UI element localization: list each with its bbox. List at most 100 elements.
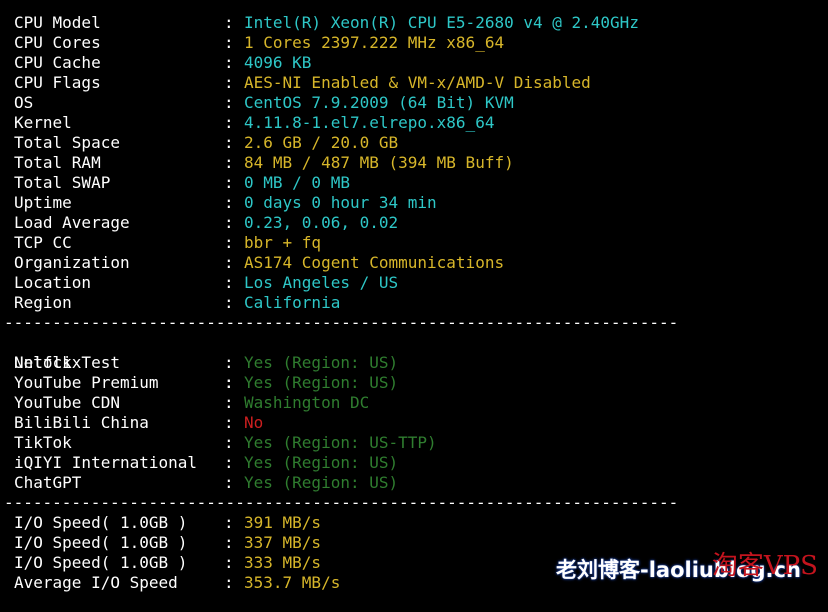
unlock-test-row-value: Yes (Region: US): [244, 473, 399, 492]
io-speed-row-value: 353.7 MB/s: [244, 573, 341, 592]
unlock-test-row: iQIYI International: Yes (Region: US): [0, 453, 828, 473]
system-info-row-value: AS174 Cogent Communications: [244, 253, 505, 272]
system-info-row-colon: :: [224, 273, 234, 292]
unlock-test-row: ChatGPT: Yes (Region: US): [0, 473, 828, 493]
system-info-row-value: 84 MB / 487 MB (394 MB Buff): [244, 153, 514, 172]
system-info-row: OS: CentOS 7.9.2009 (64 Bit) KVM: [0, 93, 828, 113]
separator-text: ----------------------------------------…: [4, 313, 679, 332]
io-speed-row-colon: :: [224, 533, 234, 552]
unlock-test-header: Unlock Test :: [0, 333, 828, 392]
system-info-row-label: Organization: [14, 253, 130, 272]
unlock-test-row-colon: :: [224, 373, 234, 392]
system-info-row-colon: :: [224, 293, 234, 312]
system-info-row: Organization: AS174 Cogent Communications: [0, 253, 828, 273]
terminal-output: CPU Model: Intel(R) Xeon(R) CPU E5-2680 v…: [0, 13, 828, 593]
unlock-test-row-value: Yes (Region: US): [244, 373, 399, 392]
system-info-row-label: CPU Cache: [14, 53, 101, 72]
system-info-row: CPU Flags: AES-NI Enabled & VM-x/AMD-V Di…: [0, 73, 828, 93]
unlock-test-row: Netflix: Yes (Region: US): [0, 353, 828, 373]
io-speed-row-label: I/O Speed( 1.0GB ): [14, 553, 188, 572]
system-info-row-colon: :: [224, 133, 234, 152]
system-info-row-label: Location: [14, 273, 92, 292]
system-info-row: Total RAM:84 MB / 487 MB (394 MB Buff): [0, 153, 828, 173]
unlock-test-block: Netflix: Yes (Region: US) YouTube Premium:…: [0, 353, 828, 493]
io-speed-row-label: I/O Speed( 1.0GB ): [14, 513, 188, 532]
io-speed-row-colon: :: [224, 513, 234, 532]
system-info-row: TCP CC: bbr + fq: [0, 233, 828, 253]
system-info-row-value: CentOS 7.9.2009 (64 Bit) KVM: [244, 93, 514, 112]
system-info-row-colon: :: [224, 13, 234, 32]
separator-text: ----------------------------------------…: [4, 493, 679, 512]
io-speed-row-value: 391 MB/s: [244, 513, 322, 532]
system-info-row-value: bbr + fq: [244, 233, 322, 252]
system-info-row: Uptime:0 days 0 hour 34 min: [0, 193, 828, 213]
system-info-row-label: CPU Cores: [14, 33, 101, 52]
unlock-test-row-value: No: [244, 413, 264, 432]
io-speed-row-label: I/O Speed( 1.0GB ): [14, 533, 188, 552]
unlock-test-row: YouTube CDN: Washington DC: [0, 393, 828, 413]
system-info-row-colon: :: [224, 73, 234, 92]
unlock-test-row-label: YouTube Premium: [14, 373, 159, 392]
unlock-test-row-label: ChatGPT: [14, 473, 82, 492]
system-info-row-value: Intel(R) Xeon(R) CPU E5-2680 v4 @ 2.40GH…: [244, 13, 639, 32]
unlock-test-row-colon: :: [224, 393, 234, 412]
system-info-row-value: 0 days 0 hour 34 min: [244, 193, 437, 212]
unlock-test-row-label: Netflix: [14, 353, 82, 372]
system-info-row-label: Kernel: [14, 113, 72, 132]
unlock-test-row-label: iQIYI International: [14, 453, 198, 472]
system-info-row: Total SWAP:0 MB / 0 MB: [0, 173, 828, 193]
system-info-row-value: 4.11.8-1.el7.elrepo.x86_64: [244, 113, 495, 132]
system-info-row-value: 4096 KB: [244, 53, 312, 72]
system-info-row-label: Region: [14, 293, 72, 312]
system-info-row-value: 0 MB / 0 MB: [244, 173, 350, 192]
unlock-test-row-colon: :: [224, 473, 234, 492]
unlock-test-row-value: Yes (Region: US): [244, 353, 399, 372]
system-info-row-label: TCP CC: [14, 233, 72, 252]
unlock-test-row-colon: :: [224, 433, 234, 452]
system-info-row: Load Average:0.23, 0.06, 0.02: [0, 213, 828, 233]
unlock-test-row-label: YouTube CDN: [14, 393, 120, 412]
separator-line: ----------------------------------------…: [0, 313, 828, 333]
io-speed-row-colon: :: [224, 553, 234, 572]
unlock-test-row-label: TikTok: [14, 433, 72, 452]
system-info-row-label: CPU Model: [14, 13, 101, 32]
system-info-row-colon: :: [224, 53, 234, 72]
system-info-row: Region: California: [0, 293, 828, 313]
io-speed-row-label: Average I/O Speed: [14, 573, 178, 592]
unlock-test-row: TikTok: Yes (Region: US-TTP): [0, 433, 828, 453]
watermark-brand: 淘客VPS: [711, 551, 818, 581]
system-info-row-value: California: [244, 293, 341, 312]
system-info-row-colon: :: [224, 153, 234, 172]
unlock-test-row-value: Yes (Region: US-TTP): [244, 433, 437, 452]
watermark: 老刘博客-laoliublog.cn 淘客VPS: [556, 552, 818, 598]
system-info-block: CPU Model: Intel(R) Xeon(R) CPU E5-2680 v…: [0, 13, 828, 313]
system-info-row: Location: Los Angeles / US: [0, 273, 828, 293]
unlock-test-row: BiliBili China: No: [0, 413, 828, 433]
system-info-row-label: Total RAM: [14, 153, 101, 172]
unlock-test-row: YouTube Premium: Yes (Region: US): [0, 373, 828, 393]
io-speed-row: I/O Speed( 1.0GB ):337 MB/s: [0, 533, 828, 553]
unlock-test-row-colon: :: [224, 413, 234, 432]
system-info-row-value: 0.23, 0.06, 0.02: [244, 213, 399, 232]
unlock-test-row-value: Washington DC: [244, 393, 370, 412]
system-info-row: CPU Cache:4096 KB: [0, 53, 828, 73]
system-info-row-value: 2.6 GB / 20.0 GB: [244, 133, 399, 152]
system-info-row-colon: :: [224, 233, 234, 252]
system-info-row-colon: :: [224, 253, 234, 272]
system-info-row-label: Total Space: [14, 133, 120, 152]
io-speed-row-value: 333 MB/s: [244, 553, 322, 572]
separator-line: ----------------------------------------…: [0, 493, 828, 513]
system-info-row: CPU Model: Intel(R) Xeon(R) CPU E5-2680 v…: [0, 13, 828, 33]
system-info-row-value: Los Angeles / US: [244, 273, 399, 292]
system-info-row-value: 1 Cores 2397.222 MHz x86_64: [244, 33, 505, 52]
system-info-row-label: Load Average: [14, 213, 130, 232]
system-info-row-label: CPU Flags: [14, 73, 101, 92]
system-info-row-colon: :: [224, 93, 234, 112]
system-info-row-colon: :: [224, 113, 234, 132]
unlock-test-row-value: Yes (Region: US): [244, 453, 399, 472]
system-info-row-label: Total SWAP: [14, 173, 111, 192]
io-speed-row-value: 337 MB/s: [244, 533, 322, 552]
unlock-test-row-colon: :: [224, 453, 234, 472]
system-info-row: CPU Cores:1 Cores 2397.222 MHz x86_64: [0, 33, 828, 53]
io-speed-row: I/O Speed( 1.0GB ):391 MB/s: [0, 513, 828, 533]
